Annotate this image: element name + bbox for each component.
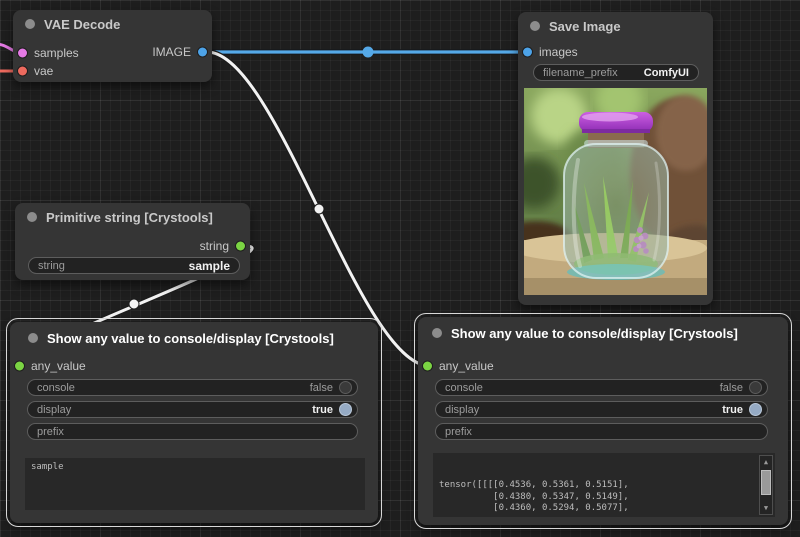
node-show-any-value-left[interactable]: Show any value to console/display [Cryst…	[10, 322, 378, 523]
node-title: Show any value to console/display [Cryst…	[47, 331, 334, 346]
input-slot-vae: vae	[13, 62, 53, 80]
node-title: VAE Decode	[44, 17, 120, 32]
link-image-to-show-midpoint-dot[interactable]	[314, 204, 324, 214]
widget-filename-prefix[interactable]: filename_prefix ComfyUI	[533, 64, 699, 81]
widget-label: prefix	[37, 426, 348, 438]
widget-value: sample	[189, 259, 230, 273]
toggle-knob-icon[interactable]	[749, 403, 762, 416]
tensor-output-text: tensor([[[[0.4536, 0.5361, 0.5151], [0.4…	[439, 480, 769, 517]
toggle-knob-icon[interactable]	[339, 403, 352, 416]
preview-jar-image	[524, 88, 707, 295]
node-save-image[interactable]: Save Image images filename_prefix ComfyU…	[518, 12, 713, 305]
node-title-bar[interactable]: Show any value to console/display [Cryst…	[10, 322, 378, 354]
widget-string[interactable]: string sample	[28, 257, 240, 274]
input-dot-any-value-icon[interactable]	[423, 362, 432, 371]
input-slot-images: images	[518, 43, 578, 61]
output-label: string	[200, 239, 229, 253]
link-string-to-show-midpoint-dot[interactable]	[129, 299, 139, 309]
link-image-midpoint-dot[interactable]	[363, 47, 374, 58]
widget-label: prefix	[445, 426, 758, 438]
widget-label: display	[37, 404, 312, 416]
node-show-any-value-right[interactable]: Show any value to console/display [Cryst…	[418, 317, 788, 525]
collapse-dot-icon[interactable]	[432, 328, 442, 338]
widget-value: ComfyUI	[644, 67, 689, 79]
node-vae-decode[interactable]: VAE Decode samples vae IMAGE	[13, 10, 212, 82]
input-label: images	[539, 45, 578, 59]
widget-label: console	[445, 382, 720, 394]
toggle-knob-icon[interactable]	[339, 381, 352, 394]
output-console-textarea[interactable]: sample	[25, 458, 365, 510]
widget-display-toggle[interactable]: display true	[435, 401, 768, 418]
collapse-dot-icon[interactable]	[27, 212, 37, 222]
input-label: any_value	[439, 359, 494, 373]
widget-label: string	[38, 260, 189, 272]
node-primitive-string[interactable]: Primitive string [Crystools] string stri…	[15, 203, 250, 280]
output-slot-string: string	[15, 237, 250, 255]
widget-console-toggle[interactable]: console false	[27, 379, 358, 396]
collapse-dot-icon[interactable]	[28, 333, 38, 343]
widget-value: false	[310, 382, 333, 394]
output-console-textarea[interactable]: tensor([[[[0.4536, 0.5361, 0.5151], [0.4…	[433, 453, 775, 517]
input-dot-any-value-icon[interactable]	[15, 362, 24, 371]
node-title-bar[interactable]: Save Image	[518, 12, 713, 40]
node-graph-canvas[interactable]: VAE Decode samples vae IMAGE Save Image …	[0, 0, 800, 537]
widget-label: filename_prefix	[543, 67, 644, 79]
collapse-dot-icon[interactable]	[530, 21, 540, 31]
toggle-knob-icon[interactable]	[749, 381, 762, 394]
input-slot-any-value: any_value	[10, 357, 86, 375]
node-title-bar[interactable]: Primitive string [Crystools]	[15, 203, 250, 231]
textarea-scrollbar[interactable]: ▲ ▼	[759, 455, 773, 515]
node-title: Primitive string [Crystools]	[46, 210, 213, 225]
input-dot-vae-icon[interactable]	[18, 67, 27, 76]
node-title: Save Image	[549, 19, 621, 34]
node-title-bar[interactable]: VAE Decode	[13, 10, 212, 38]
output-dot-image-icon[interactable]	[198, 48, 207, 57]
input-label: any_value	[31, 359, 86, 373]
input-slot-any-value: any_value	[418, 357, 494, 375]
input-dot-images-icon[interactable]	[523, 48, 532, 57]
widget-value: true	[722, 404, 743, 416]
input-label: vae	[34, 64, 53, 78]
widget-prefix[interactable]: prefix	[27, 423, 358, 440]
widget-prefix[interactable]: prefix	[435, 423, 768, 440]
widget-value: false	[720, 382, 743, 394]
widget-label: console	[37, 382, 310, 394]
scroll-up-icon[interactable]: ▲	[760, 456, 772, 468]
output-label: IMAGE	[152, 45, 191, 59]
widget-value: true	[312, 404, 333, 416]
scrollbar-thumb[interactable]	[761, 470, 771, 495]
widget-label: display	[445, 404, 722, 416]
image-preview[interactable]	[524, 88, 707, 295]
scroll-down-icon[interactable]: ▼	[760, 502, 772, 514]
widget-console-toggle[interactable]: console false	[435, 379, 768, 396]
node-title-bar[interactable]: Show any value to console/display [Cryst…	[418, 317, 788, 349]
collapse-dot-icon[interactable]	[25, 19, 35, 29]
output-slot-image: IMAGE	[13, 43, 212, 61]
node-title: Show any value to console/display [Cryst…	[451, 326, 738, 341]
output-dot-string-icon[interactable]	[236, 242, 245, 251]
widget-display-toggle[interactable]: display true	[27, 401, 358, 418]
